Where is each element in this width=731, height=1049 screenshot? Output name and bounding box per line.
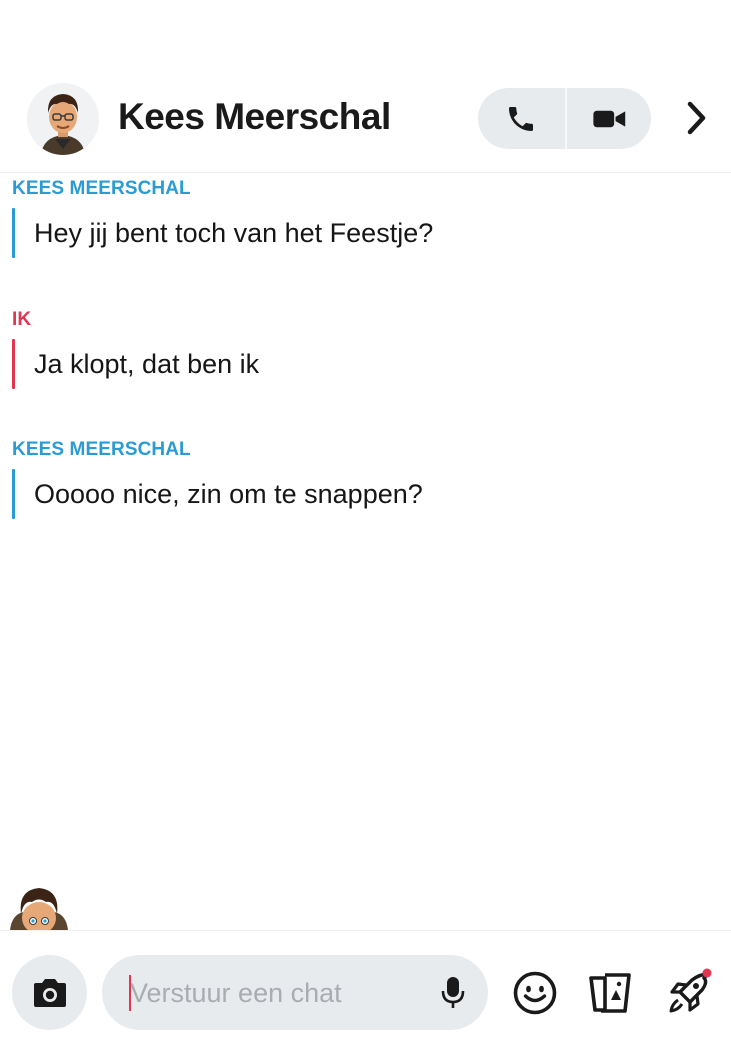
bitmoji-peek-icon [10, 888, 68, 930]
phone-icon [509, 106, 533, 131]
message-text-container[interactable]: Ooooo nice, zin om te snappen? [12, 469, 712, 519]
bitmoji-avatar-icon [27, 83, 99, 155]
message-sender: IK [12, 309, 32, 330]
message-accent-bar [12, 208, 15, 258]
message-sender: KEES MEERSCHAL [12, 178, 191, 199]
text-caret [129, 975, 131, 1011]
notification-dot [702, 968, 712, 978]
message-text: Ooooo nice, zin om te snappen? [34, 479, 423, 509]
chat-input-container [102, 955, 488, 1030]
friend-presence-avatar [6, 884, 72, 930]
contact-avatar[interactable] [27, 83, 99, 155]
video-call-button[interactable] [565, 88, 651, 149]
camera-button[interactable] [12, 955, 87, 1030]
composer-divider [0, 930, 731, 931]
rocket-icon [669, 968, 712, 1013]
voice-call-button[interactable] [478, 88, 564, 149]
memories-button[interactable] [586, 968, 636, 1018]
message-item: KEES MEERSCHAL Ooooo nice, zin om te sna… [12, 439, 712, 519]
contact-name[interactable]: Kees Meerschal [118, 96, 391, 138]
chevron-right-icon[interactable] [676, 94, 716, 142]
microphone-button[interactable] [435, 974, 471, 1012]
chat-header: Kees Meerschal [0, 80, 731, 173]
microphone-icon [441, 977, 465, 1008]
memories-cards-icon [589, 973, 631, 1013]
message-accent-bar [12, 469, 15, 519]
message-text: Hey jij bent toch van het Feestje? [34, 218, 434, 248]
message-item: KEES MEERSCHAL Hey jij bent toch van het… [12, 178, 712, 258]
smiley-icon [513, 971, 557, 1015]
games-button[interactable] [664, 968, 714, 1018]
message-text-container[interactable]: Ja klopt, dat ben ik [12, 339, 712, 389]
message-text: Ja klopt, dat ben ik [34, 349, 260, 379]
camera-icon [33, 978, 66, 1007]
message-sender: KEES MEERSCHAL [12, 439, 191, 460]
chat-input[interactable] [130, 973, 420, 1013]
message-accent-bar [12, 339, 15, 389]
emoji-button[interactable] [510, 968, 560, 1018]
video-camera-icon [593, 110, 626, 127]
call-buttons [478, 88, 651, 149]
message-item: IK Ja klopt, dat ben ik [12, 309, 712, 389]
message-text-container[interactable]: Hey jij bent toch van het Feestje? [12, 208, 712, 258]
